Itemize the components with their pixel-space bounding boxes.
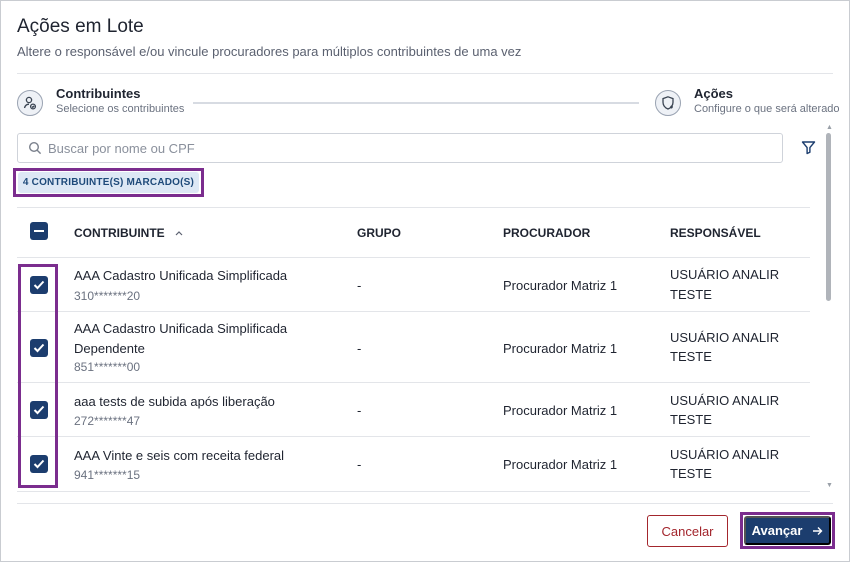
stepper-connector xyxy=(193,102,639,104)
grupo-value: - xyxy=(357,278,362,293)
grupo-value: - xyxy=(357,341,362,356)
contribuinte-cpf: 272*******47 xyxy=(74,414,141,428)
scroll-up-icon[interactable]: ▲ xyxy=(826,124,833,131)
divider xyxy=(17,73,833,74)
cancel-button[interactable]: Cancelar xyxy=(647,515,728,547)
contribuinte-cpf: 851*******00 xyxy=(74,360,141,374)
arrow-right-icon xyxy=(813,526,823,535)
responsavel-value-cont: TESTE xyxy=(670,412,712,427)
column-header-contribuinte[interactable]: CONTRIBUINTE xyxy=(74,226,184,240)
column-header-responsavel[interactable]: RESPONSÁVEL xyxy=(670,226,761,240)
procurador-value: Procurador Matriz 1 xyxy=(503,457,618,472)
search-input[interactable] xyxy=(48,138,768,158)
contribuinte-cpf: 941*******15 xyxy=(74,468,141,482)
grupo-value: - xyxy=(357,457,362,472)
column-header-procurador[interactable]: PROCURADOR xyxy=(503,226,590,240)
minus-icon xyxy=(34,230,44,232)
step-contribuintes-subtitle: Selecione os contribuintes xyxy=(56,103,185,115)
row-divider xyxy=(17,491,810,492)
row-divider xyxy=(17,436,810,437)
selected-count-badge: 4 CONTRIBUINTE(S) MARCADO(S) xyxy=(18,172,199,193)
column-header-label: CONTRIBUINTE xyxy=(74,226,165,240)
step-acoes-subtitle: Configure o que será alterado xyxy=(694,103,840,115)
footer-divider xyxy=(17,503,833,504)
responsavel-value: USUÁRIO ANALIR xyxy=(670,330,780,345)
contribuinte-name: AAA Cadastro Unificada Simplificada xyxy=(74,321,288,336)
grupo-value: - xyxy=(357,403,362,418)
contribuinte-name: AAA Cadastro Unificada Simplificada xyxy=(74,268,288,283)
shield-add-icon xyxy=(655,90,681,116)
column-header-grupo[interactable]: GRUPO xyxy=(357,226,401,240)
step-acoes-title: Ações xyxy=(694,86,734,101)
filter-icon[interactable] xyxy=(801,140,816,155)
row-divider xyxy=(17,382,810,383)
search-box xyxy=(17,133,783,163)
next-button[interactable]: Avançar xyxy=(744,516,831,545)
contribuinte-cpf: 310*******20 xyxy=(74,289,141,303)
dialog-subtitle: Altere o responsável e/ou vincule procur… xyxy=(17,44,522,59)
responsavel-value: USUÁRIO ANALIR xyxy=(670,447,780,462)
contribuinte-name: aaa tests de subida após liberação xyxy=(74,394,275,409)
step-contribuintes-title: Contribuintes xyxy=(56,86,141,101)
responsavel-value: USUÁRIO ANALIR xyxy=(670,267,780,282)
table-top-divider xyxy=(17,207,810,208)
contribuinte-name-cont: Dependente xyxy=(74,341,145,356)
responsavel-value-cont: TESTE xyxy=(670,287,712,302)
responsavel-value: USUÁRIO ANALIR xyxy=(670,393,780,408)
checkbox-column-highlight xyxy=(18,264,58,488)
next-button-label: Avançar xyxy=(751,523,803,538)
select-all-checkbox[interactable] xyxy=(30,222,48,240)
procurador-value: Procurador Matriz 1 xyxy=(503,341,618,356)
contribuinte-name: AAA Vinte e seis com receita federal xyxy=(74,448,285,463)
table-header-divider xyxy=(17,257,810,258)
row-divider xyxy=(17,311,810,312)
search-icon xyxy=(28,141,42,155)
dialog-title: Ações em Lote xyxy=(17,16,144,37)
sort-ascending-icon xyxy=(175,231,183,236)
responsavel-value-cont: TESTE xyxy=(670,466,712,481)
user-group-icon xyxy=(17,90,43,116)
responsavel-value-cont: TESTE xyxy=(670,349,712,364)
scrollbar-thumb[interactable] xyxy=(826,133,831,301)
procurador-value: Procurador Matriz 1 xyxy=(503,403,618,418)
scroll-down-icon[interactable]: ▼ xyxy=(826,482,833,489)
procurador-value: Procurador Matriz 1 xyxy=(503,278,618,293)
